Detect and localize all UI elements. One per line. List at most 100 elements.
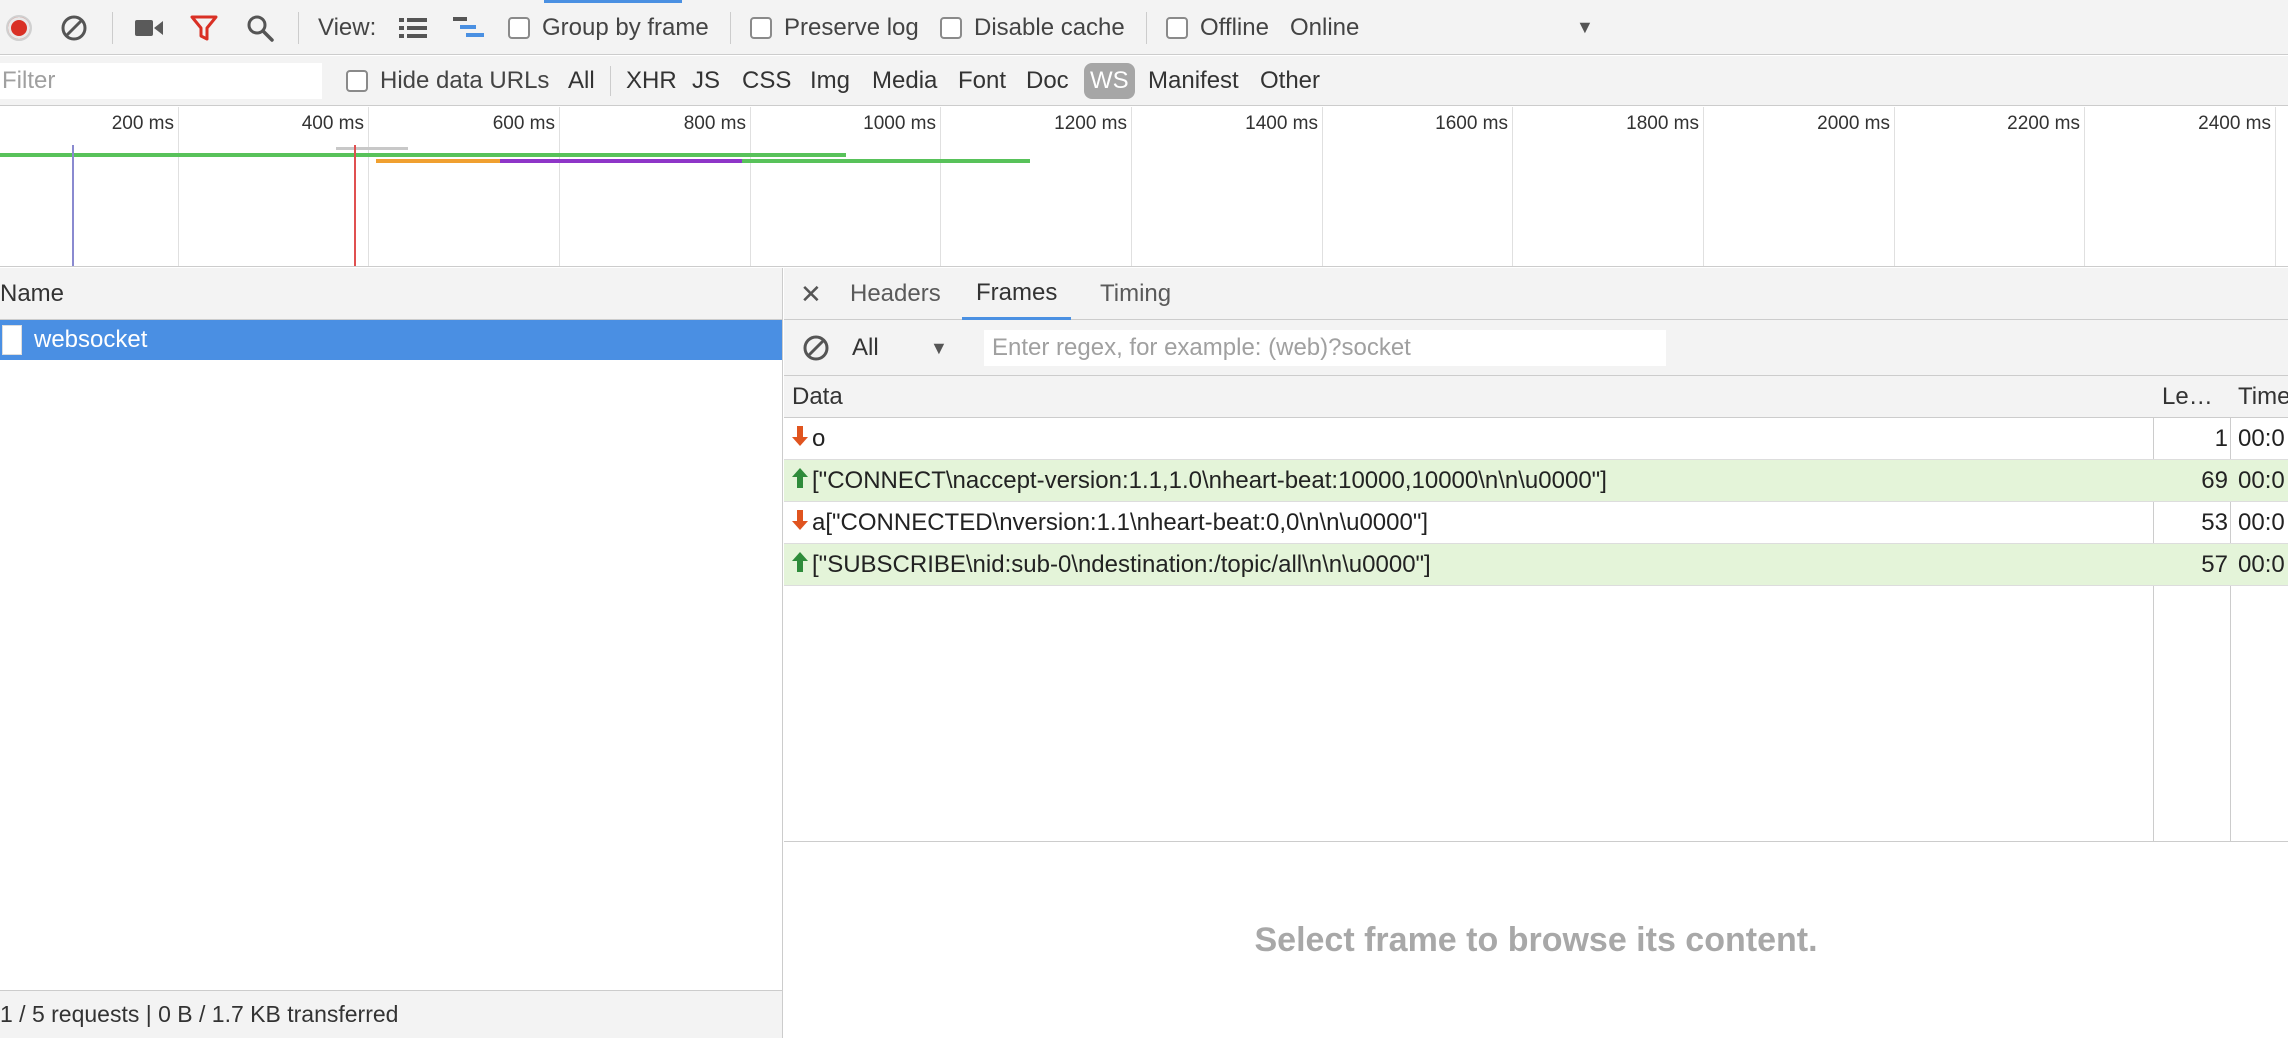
frame-row[interactable]: ["SUBSCRIBE\nid:sub-0\ndestination:/topi… (784, 544, 2288, 586)
type-filter-all[interactable]: All (562, 63, 601, 99)
tick-label: 1200 ms (1054, 113, 1127, 134)
clear-frames-button[interactable] (802, 320, 830, 376)
type-filter-img[interactable]: Img (804, 63, 856, 99)
timeline-bar (0, 153, 846, 157)
disable-cache-box[interactable] (940, 16, 962, 39)
name-header-label: Name (0, 279, 65, 307)
filter-toggle-button[interactable] (190, 0, 218, 55)
tick-label: 800 ms (683, 113, 746, 134)
hide-data-urls-checkbox[interactable]: Hide data URLs (346, 56, 549, 106)
frame-row[interactable]: o 1 00:0 (784, 418, 2288, 460)
close-icon[interactable]: ✕ (800, 268, 822, 320)
search-icon (247, 15, 274, 42)
type-filter-media[interactable]: Media (866, 63, 943, 99)
preserve-log-box[interactable] (750, 16, 772, 39)
frame-data: o (812, 425, 826, 452)
load-marker (354, 145, 356, 266)
dropdown-arrow-icon: ▼ (1576, 17, 1594, 37)
offline-box[interactable] (1166, 16, 1188, 39)
tab-headers[interactable]: Headers (850, 268, 941, 320)
request-row-websocket[interactable]: websocket (0, 320, 782, 360)
empty-frame-message-text: Select frame to browse its content. (1254, 920, 1818, 959)
requests-summary: 1 / 5 requests | 0 B / 1.7 KB transferre… (0, 1001, 399, 1027)
length-column-header[interactable]: Le… (2162, 376, 2236, 418)
waterfall-icon (453, 16, 484, 37)
type-filter-other[interactable]: Other (1254, 63, 1326, 99)
tick-label: 2400 ms (2198, 113, 2271, 134)
request-name: websocket (34, 326, 148, 353)
waterfall-view-button[interactable] (452, 0, 486, 55)
tick-label: 2000 ms (1817, 113, 1890, 134)
type-filter-js[interactable]: JS (686, 63, 726, 99)
type-filter-xhr[interactable]: XHR (620, 63, 683, 99)
time-column-header[interactable]: Time (2238, 376, 2288, 418)
throttling-select[interactable]: Online ▼ (1290, 0, 1600, 55)
frames-filter-bar: All ▼ (784, 320, 2288, 376)
video-camera-icon (135, 19, 163, 36)
data-column-header[interactable]: Data (792, 376, 843, 418)
frame-row[interactable]: ["CONNECT\naccept-version:1.1,1.0\nheart… (784, 460, 2288, 502)
hide-data-urls-label: Hide data URLs (380, 67, 550, 94)
frame-time: 00:0 (2238, 551, 2285, 578)
large-rows-view-button[interactable] (398, 0, 428, 55)
type-filter-css[interactable]: CSS (736, 63, 797, 99)
group-by-frame-box[interactable] (508, 16, 530, 39)
filter-input[interactable] (0, 63, 322, 99)
disable-cache-label: Disable cache (974, 13, 1125, 41)
arrow-up-icon (792, 551, 808, 580)
tick-label: 600 ms (492, 113, 555, 134)
frames-table: Data Le… Time o 1 00:0 ["CONNECT\naccept… (784, 376, 2288, 842)
clear-icon (61, 15, 87, 40)
frame-data: ["CONNECT\naccept-version:1.1,1.0\nheart… (812, 467, 1607, 494)
type-filter-doc[interactable]: Doc (1020, 63, 1075, 99)
capture-screenshots-button[interactable] (134, 0, 164, 55)
document-icon (2, 325, 22, 355)
network-overview[interactable]: 200 ms 400 ms 600 ms 800 ms 1000 ms 1200… (0, 107, 2288, 267)
frame-row[interactable]: a["CONNECTED\nversion:1.1\nheart-beat:0,… (784, 502, 2288, 544)
tick-label: 1800 ms (1626, 113, 1699, 134)
tick-label: 1600 ms (1435, 113, 1508, 134)
clear-button[interactable] (60, 0, 88, 55)
funnel-icon (190, 15, 218, 40)
frame-length: 69 (2201, 467, 2228, 494)
frame-time: 00:0 (2238, 467, 2285, 494)
frame-data: a["CONNECTED\nversion:1.1\nheart-beat:0,… (812, 509, 1429, 536)
name-column-header[interactable]: Name (0, 268, 782, 320)
frame-time: 00:0 (2238, 509, 2285, 536)
type-filter-ws[interactable]: WS (1084, 63, 1135, 99)
type-filter-manifest[interactable]: Manifest (1142, 63, 1245, 99)
timeline-bar (742, 159, 1030, 163)
frames-type-select[interactable]: All ▼ (852, 320, 972, 376)
record-icon (6, 14, 32, 41)
request-detail-pane: ✕ Headers Frames Timing All ▼ Data Le… T… (784, 268, 2288, 1038)
tab-frames-label: Frames (976, 278, 1058, 306)
tab-timing-label: Timing (1100, 280, 1172, 307)
group-by-frame-label: Group by frame (542, 13, 709, 41)
hide-data-urls-box[interactable] (346, 70, 368, 92)
clear-icon (803, 335, 829, 361)
frames-table-header: Data Le… Time (784, 376, 2288, 418)
filter-bar: Hide data URLs All XHR JS CSS Img Media … (0, 56, 2288, 106)
offline-checkbox[interactable]: Offline (1166, 0, 1269, 55)
group-by-frame-checkbox[interactable]: Group by frame (508, 0, 709, 55)
type-filter-font[interactable]: Font (952, 63, 1012, 99)
requests-pane: Name websocket 1 / 5 requests | 0 B / 1.… (0, 268, 783, 1038)
tab-frames[interactable]: Frames (962, 268, 1072, 320)
timeline-bar (336, 147, 408, 150)
preserve-log-checkbox[interactable]: Preserve log (750, 0, 919, 55)
preserve-log-label: Preserve log (784, 13, 919, 41)
disable-cache-checkbox[interactable]: Disable cache (940, 0, 1125, 55)
offline-label: Offline (1200, 13, 1269, 41)
detail-tabs: ✕ Headers Frames Timing (784, 268, 2288, 320)
frames-regex-input[interactable] (984, 330, 1666, 366)
search-button[interactable] (246, 0, 274, 55)
timeline-bar (376, 159, 500, 163)
record-button[interactable] (6, 0, 32, 55)
view-label: View: (318, 13, 377, 41)
tick-label: 2200 ms (2007, 113, 2080, 134)
frame-data: ["SUBSCRIBE\nid:sub-0\ndestination:/topi… (812, 551, 1431, 578)
tab-timing[interactable]: Timing (1100, 268, 1171, 320)
list-view-icon (399, 17, 427, 38)
frame-length: 53 (2201, 509, 2228, 536)
throttling-value: Online (1290, 13, 1360, 41)
